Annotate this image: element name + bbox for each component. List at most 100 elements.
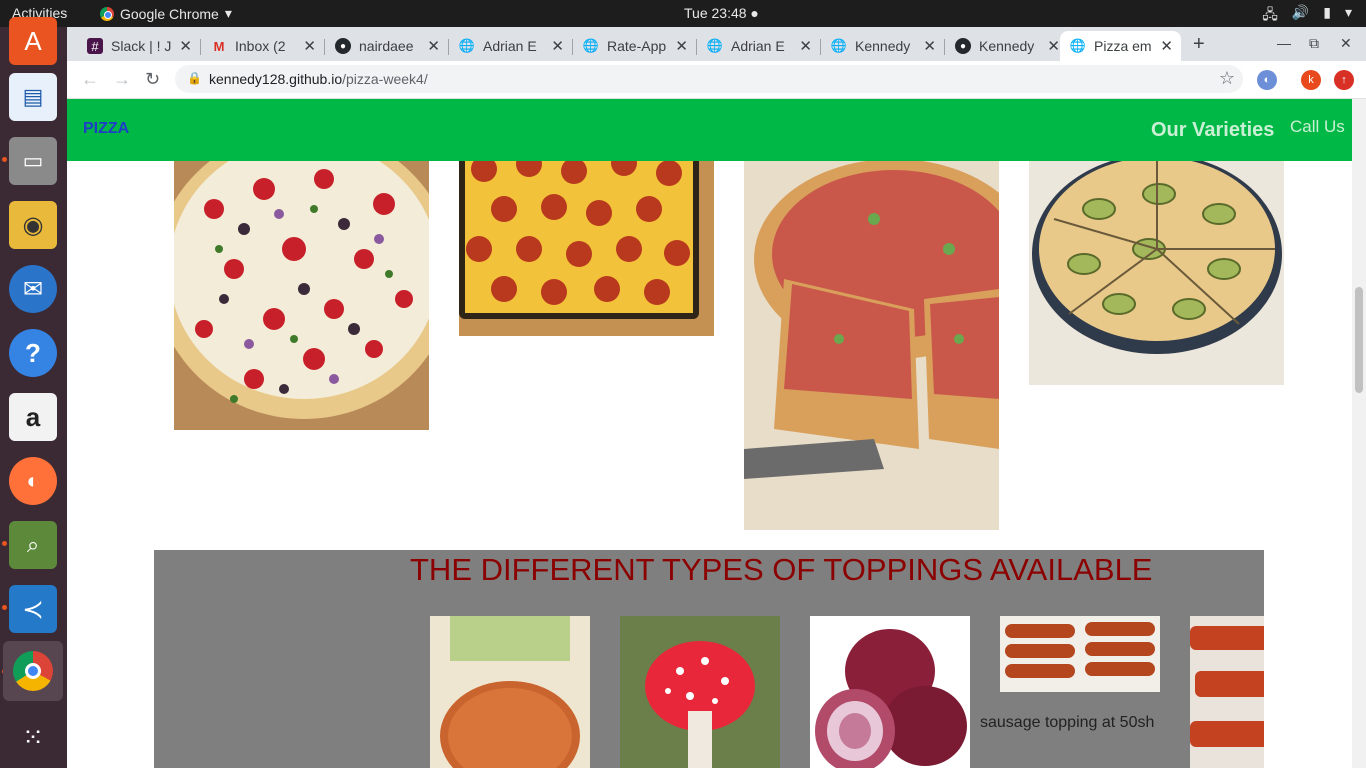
pizza-veggie-art xyxy=(174,149,429,430)
url-path: /pizza-week4/ xyxy=(342,71,428,87)
toppings-heading: THE DIFFERENT TYPES OF TOPPINGS AVAILABL… xyxy=(410,552,1153,587)
pizza-image-avocado xyxy=(1029,149,1284,385)
close-icon[interactable]: ✕ xyxy=(1160,37,1173,55)
tab-slack[interactable]: # Slack | ! J ✕ xyxy=(77,31,200,61)
app-menu[interactable]: Google Chrome ▾ xyxy=(100,5,232,22)
globe-icon: 🌐 xyxy=(830,38,848,53)
tab-kennedy-github[interactable]: ● Kennedy ✕ xyxy=(945,31,1068,61)
site-navbar: PIZZA Our Varieties Call Us xyxy=(67,99,1366,161)
pizza-image-pepperoni xyxy=(459,149,714,336)
address-bar[interactable]: 🔒 kennedy128.github.io/pizza-week4/ ☆ xyxy=(175,65,1243,93)
close-icon[interactable]: ✕ xyxy=(179,37,192,55)
running-indicator xyxy=(2,541,7,546)
close-icon[interactable]: ✕ xyxy=(551,37,564,55)
chrome-logo xyxy=(13,651,53,691)
site-brand-link[interactable]: PIZZA xyxy=(83,120,129,138)
sausage-caption: sausage topping at 50sh xyxy=(980,714,1155,731)
globe-icon: 🌐 xyxy=(458,38,476,53)
tab-kennedy-1[interactable]: 🌐 Kennedy ✕ xyxy=(821,31,944,61)
tab-pizza-active[interactable]: 🌐 Pizza em ✕ xyxy=(1060,31,1181,61)
gnome-top-bar: Activities Google Chrome ▾ Tue 23:48 ● 🖧… xyxy=(0,0,1366,27)
close-icon[interactable]: ✕ xyxy=(923,37,936,55)
restore-button[interactable]: ⧉ xyxy=(1309,35,1319,52)
update-icon[interactable]: ↑ xyxy=(1334,70,1354,90)
topping-image-onion xyxy=(810,616,970,768)
back-button[interactable]: ← xyxy=(81,69,99,90)
tab-label: Pizza em xyxy=(1094,38,1152,54)
forward-button[interactable]: → xyxy=(113,69,131,90)
globe-icon: 🌐 xyxy=(1069,38,1087,53)
tab-gmail[interactable]: M Inbox (2 ✕ xyxy=(201,31,324,61)
tab-label: Rate-App xyxy=(607,38,667,54)
minimize-button[interactable]: — xyxy=(1277,35,1291,51)
thunderbird-icon[interactable]: ✉ xyxy=(9,265,57,313)
pizza-avocado-art xyxy=(1029,149,1284,385)
extension-icon[interactable]: ◐ xyxy=(1257,70,1277,90)
rhythmbox-icon[interactable]: ◉ xyxy=(9,201,57,249)
web-page: PIZZA Our Varieties Call Us THE DIFFEREN… xyxy=(67,99,1366,768)
system-tray[interactable]: 🖧 🔊 ▮ ▾ xyxy=(1262,4,1352,28)
nav-our-varieties-link[interactable]: Our Varieties xyxy=(1151,119,1274,142)
chrome-window: # Slack | ! J ✕ M Inbox (2 ✕ ● nairdaee … xyxy=(67,27,1366,768)
topping-image-bacon xyxy=(1190,616,1264,768)
topping-bacon-art xyxy=(1190,616,1264,768)
slack-icon: # xyxy=(87,38,103,54)
pizza-image-veggie xyxy=(174,149,429,430)
ubuntu-software-icon[interactable]: A xyxy=(9,17,57,65)
close-window-button[interactable]: ✕ xyxy=(1340,35,1352,52)
chrome-icon xyxy=(100,6,114,21)
github-icon: ● xyxy=(955,38,971,54)
tab-label: Adrian E xyxy=(483,38,537,54)
close-icon[interactable]: ✕ xyxy=(799,37,812,55)
pizza-pepperoni-art xyxy=(459,149,714,336)
tab-adrian-2[interactable]: 🌐 Adrian E ✕ xyxy=(697,31,820,61)
amazon-icon[interactable]: a xyxy=(9,393,57,441)
firefox-icon[interactable]: ◐ xyxy=(9,457,57,505)
topping-pepperoni-art xyxy=(430,616,590,768)
writer-icon[interactable]: ▤ xyxy=(9,73,57,121)
chrome-icon[interactable] xyxy=(3,641,63,701)
new-tab-button[interactable]: + xyxy=(1193,33,1205,56)
tab-label: Kennedy xyxy=(979,38,1035,54)
globe-icon: 🌐 xyxy=(706,38,724,53)
gmail-icon: M xyxy=(213,38,225,54)
image-viewer-icon[interactable]: ⌕ xyxy=(9,521,57,569)
tab-strip: # Slack | ! J ✕ M Inbox (2 ✕ ● nairdaee … xyxy=(67,27,1366,61)
clock[interactable]: Tue 23:48 ● xyxy=(684,5,759,21)
close-icon[interactable]: ✕ xyxy=(303,37,316,55)
page-scrollbar[interactable] xyxy=(1352,99,1366,768)
volume-icon: 🔊 xyxy=(1291,4,1310,20)
reload-button[interactable]: ↻ xyxy=(145,69,160,90)
chrome-logo-center xyxy=(25,663,41,679)
tab-label: nairdaee xyxy=(359,38,414,54)
dock: A ▤ ▭ ◉ ✉ ? a ◐ ⌕ ≺ ⁙ xyxy=(0,17,67,768)
scrollbar-thumb[interactable] xyxy=(1355,287,1363,393)
vscode-icon[interactable]: ≺ xyxy=(9,585,57,633)
close-icon[interactable]: ✕ xyxy=(1047,37,1060,55)
topping-image-sausage xyxy=(1000,616,1160,692)
bookmark-star-icon[interactable]: ☆ xyxy=(1219,68,1235,89)
toppings-section: THE DIFFERENT TYPES OF TOPPINGS AVAILABL… xyxy=(154,550,1264,768)
topping-mushroom-art xyxy=(620,616,780,768)
help-icon[interactable]: ? xyxy=(9,329,57,377)
tab-label: Inbox (2 xyxy=(235,38,286,54)
lock-icon: 🔒 xyxy=(187,71,202,85)
profile-avatar[interactable]: k xyxy=(1301,70,1321,90)
close-icon[interactable]: ✕ xyxy=(675,37,688,55)
close-icon[interactable]: ✕ xyxy=(427,37,440,55)
tab-rate-app[interactable]: 🌐 Rate-App ✕ xyxy=(573,31,696,61)
app-menu-label: Google Chrome xyxy=(120,5,219,22)
url-host: kennedy128.github.io xyxy=(209,71,343,87)
tab-adrian-1[interactable]: 🌐 Adrian E ✕ xyxy=(449,31,572,61)
tab-github-nairdaee[interactable]: ● nairdaee ✕ xyxy=(325,31,448,61)
url-text: kennedy128.github.io/pizza-week4/ xyxy=(209,71,428,87)
files-icon[interactable]: ▭ xyxy=(9,137,57,185)
battery-icon: ▮ xyxy=(1323,4,1331,20)
running-indicator xyxy=(2,605,7,610)
globe-icon: 🌐 xyxy=(582,38,600,53)
app-grid-icon[interactable]: ⁙ xyxy=(9,713,57,761)
tab-label: Slack | ! J xyxy=(111,38,172,54)
topping-sausage-art xyxy=(1000,616,1160,692)
running-indicator xyxy=(2,157,7,162)
nav-call-us-link[interactable]: Call Us xyxy=(1290,117,1345,137)
